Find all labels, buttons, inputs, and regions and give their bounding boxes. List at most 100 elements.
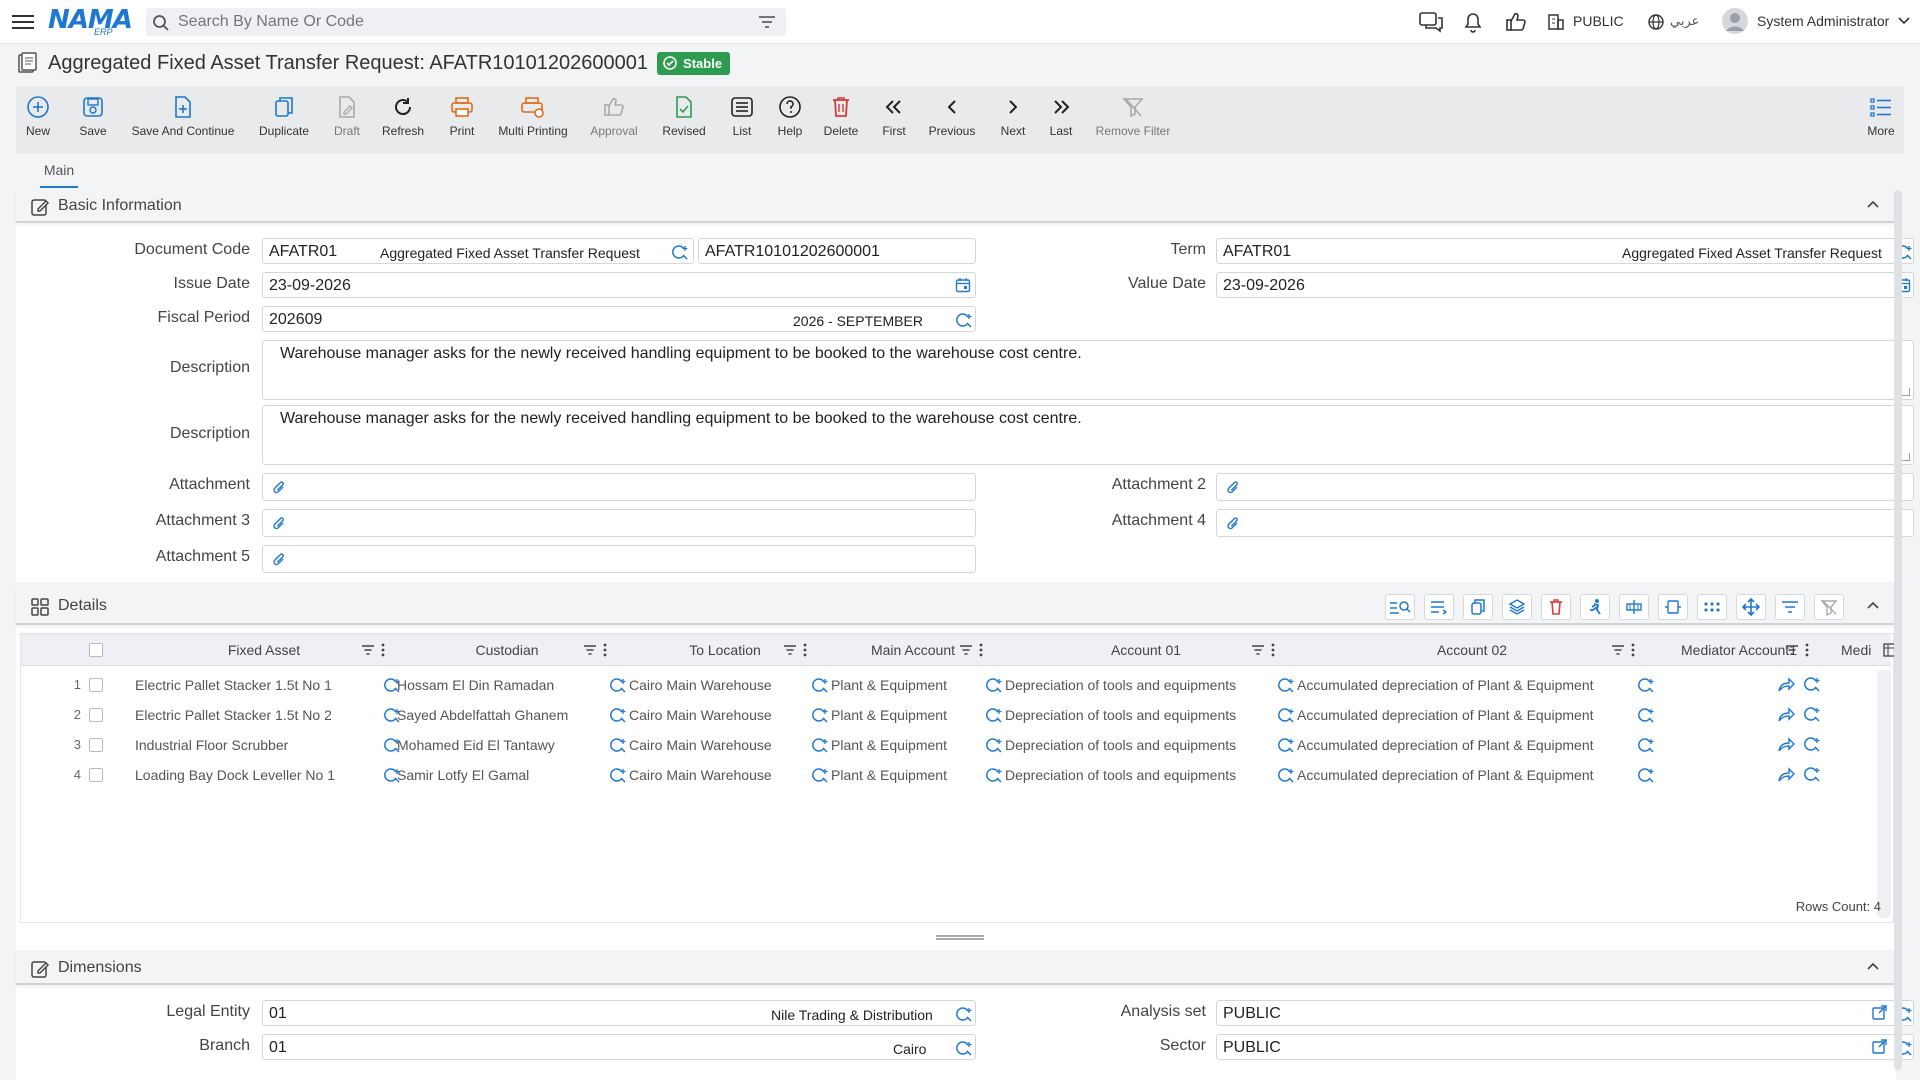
user-name[interactable]: System Administrator [1757,13,1889,29]
filter-icon[interactable] [758,14,776,30]
more-button[interactable]: More [1866,94,1896,138]
description-2-textarea[interactable]: Warehouse manager asks for the newly rec… [262,405,1914,465]
dimensions-header[interactable]: Dimensions [16,951,1896,985]
resize-handle[interactable] [1902,453,1910,461]
copy-row-button[interactable] [1463,594,1493,620]
value-date-field[interactable]: 23-09-2026 [1216,272,1914,298]
attachment-5-field[interactable] [262,545,976,573]
search-input[interactable] [178,12,738,32]
column-filter-icon[interactable] [1611,644,1625,656]
add-row-button[interactable] [1424,594,1454,620]
chat-icon[interactable] [1418,10,1444,34]
save-button[interactable]: Save [78,94,108,138]
refresh-button[interactable]: Refresh [380,94,426,138]
list-button[interactable]: List [728,94,756,138]
external-link-icon[interactable] [1871,1005,1887,1021]
cell-to-location[interactable]: Cairo Main Warehouse [629,737,772,753]
lookup-search-icon[interactable] [1803,675,1821,693]
share-icon[interactable] [1777,677,1795,693]
basic-information-header[interactable]: Basic Information [16,189,1896,223]
lookup-search-icon[interactable] [609,676,627,694]
share-icon[interactable] [1777,737,1795,753]
layers-button[interactable] [1502,594,1532,620]
column-menu-icon[interactable] [603,643,607,657]
share-icon[interactable] [1777,767,1795,783]
fit-columns-button[interactable] [1658,594,1688,620]
lookup-search-icon[interactable] [985,676,1003,694]
column-menu-icon[interactable] [1631,643,1635,657]
lookup-search-icon[interactable] [1803,735,1821,753]
table-row[interactable]: 2 Electric Pallet Stacker 1.5t No 2 Sayed … [21,700,1891,730]
column-menu-icon[interactable] [803,643,807,657]
delete-button[interactable]: Delete [822,94,860,138]
row-checkbox[interactable] [89,708,103,722]
cell-custodian[interactable]: Samir Lotfy El Gamal [397,767,529,783]
collapse-icon[interactable] [1866,600,1880,610]
column-menu-icon[interactable] [1805,643,1809,657]
lookup-search-icon[interactable] [609,736,627,754]
last-button[interactable]: Last [1047,94,1075,138]
share-icon[interactable] [1777,707,1795,723]
thumbs-up-icon[interactable] [1504,10,1528,34]
new-button[interactable]: New [26,94,50,138]
cell-fixed-asset[interactable]: Electric Pallet Stacker 1.5t No 1 [135,677,332,693]
grid-search-button[interactable] [1385,594,1415,620]
tab-main[interactable]: Main [40,162,78,188]
cell-custodian[interactable]: Hossam El Din Ramadan [397,677,554,693]
bell-icon[interactable] [1462,10,1484,34]
filter-button[interactable] [1775,594,1805,620]
lookup-search-icon[interactable] [955,311,973,329]
row-checkbox[interactable] [89,738,103,752]
collapse-icon[interactable] [1866,199,1880,209]
cell-account-02[interactable]: Accumulated depreciation of Plant & Equi… [1297,707,1594,723]
lookup-search-icon[interactable] [609,706,627,724]
column-header-mediator-account2[interactable]: Medi [1841,634,1875,666]
lookup-search-icon[interactable] [811,766,829,784]
lookup-search-icon[interactable] [955,1039,973,1057]
branch-field[interactable]: 01 Cairo [262,1034,976,1060]
language-switch[interactable]: عربي [1670,13,1699,29]
document-number-field[interactable]: AFATR10101202600001 [698,238,976,264]
cell-main-account[interactable]: Plant & Equipment [831,767,947,783]
lookup-search-icon[interactable] [1277,676,1295,694]
attachment-field[interactable] [262,473,976,501]
save-and-continue-button[interactable]: Save And Continue [131,94,235,138]
cell-fixed-asset[interactable]: Loading Bay Dock Leveller No 1 [135,767,335,783]
table-row[interactable]: 1 Electric Pallet Stacker 1.5t No 1 Hossam… [21,670,1891,700]
lookup-search-icon[interactable] [811,676,829,694]
lookup-search-icon[interactable] [1803,705,1821,723]
column-filter-icon[interactable] [1785,644,1799,656]
lookup-search-icon[interactable] [985,736,1003,754]
table-row[interactable]: 3 Industrial Floor Scrubber Mohamed Eid El… [21,730,1891,760]
lookup-search-icon[interactable] [1803,765,1821,783]
move-button[interactable] [1736,594,1766,620]
avatar[interactable] [1722,8,1748,34]
column-menu-icon[interactable] [381,643,385,657]
analysis-set-field[interactable]: PUBLIC [1216,1000,1914,1026]
cell-custodian[interactable]: Sayed Abdelfattah Ghanem [397,707,568,723]
column-header-main-account[interactable]: Main Account [827,634,999,666]
cell-to-location[interactable]: Cairo Main Warehouse [629,677,772,693]
lookup-search-icon[interactable] [811,706,829,724]
lookup-search-icon[interactable] [955,1005,973,1023]
cell-account-02[interactable]: Accumulated depreciation of Plant & Equi… [1297,767,1594,783]
run-button[interactable] [1580,594,1610,620]
cell-to-location[interactable]: Cairo Main Warehouse [629,767,772,783]
print-button[interactable]: Print [448,94,476,138]
collapse-icon[interactable] [1866,961,1880,971]
attachment-3-field[interactable] [262,509,976,537]
external-link-icon[interactable] [1871,1039,1887,1055]
menu-icon[interactable] [12,11,34,33]
approval-button[interactable]: Approval [589,94,639,138]
cell-account-01[interactable]: Depreciation of tools and equipments [1005,767,1236,783]
column-menu-icon[interactable] [1271,643,1275,657]
multi-printing-button[interactable]: Multi Printing [496,94,570,138]
term-field[interactable]: AFATR01 Aggregated Fixed Asset Transfer … [1216,238,1914,264]
column-filter-icon[interactable] [1251,644,1265,656]
logo[interactable]: NAMA ERP [48,5,133,39]
next-button[interactable]: Next [999,94,1027,138]
lookup-search-icon[interactable] [1277,706,1295,724]
cell-custodian[interactable]: Mohamed Eid El Tantawy [397,737,555,753]
lookup-search-icon[interactable] [985,706,1003,724]
revised-button[interactable]: Revised [661,94,707,138]
